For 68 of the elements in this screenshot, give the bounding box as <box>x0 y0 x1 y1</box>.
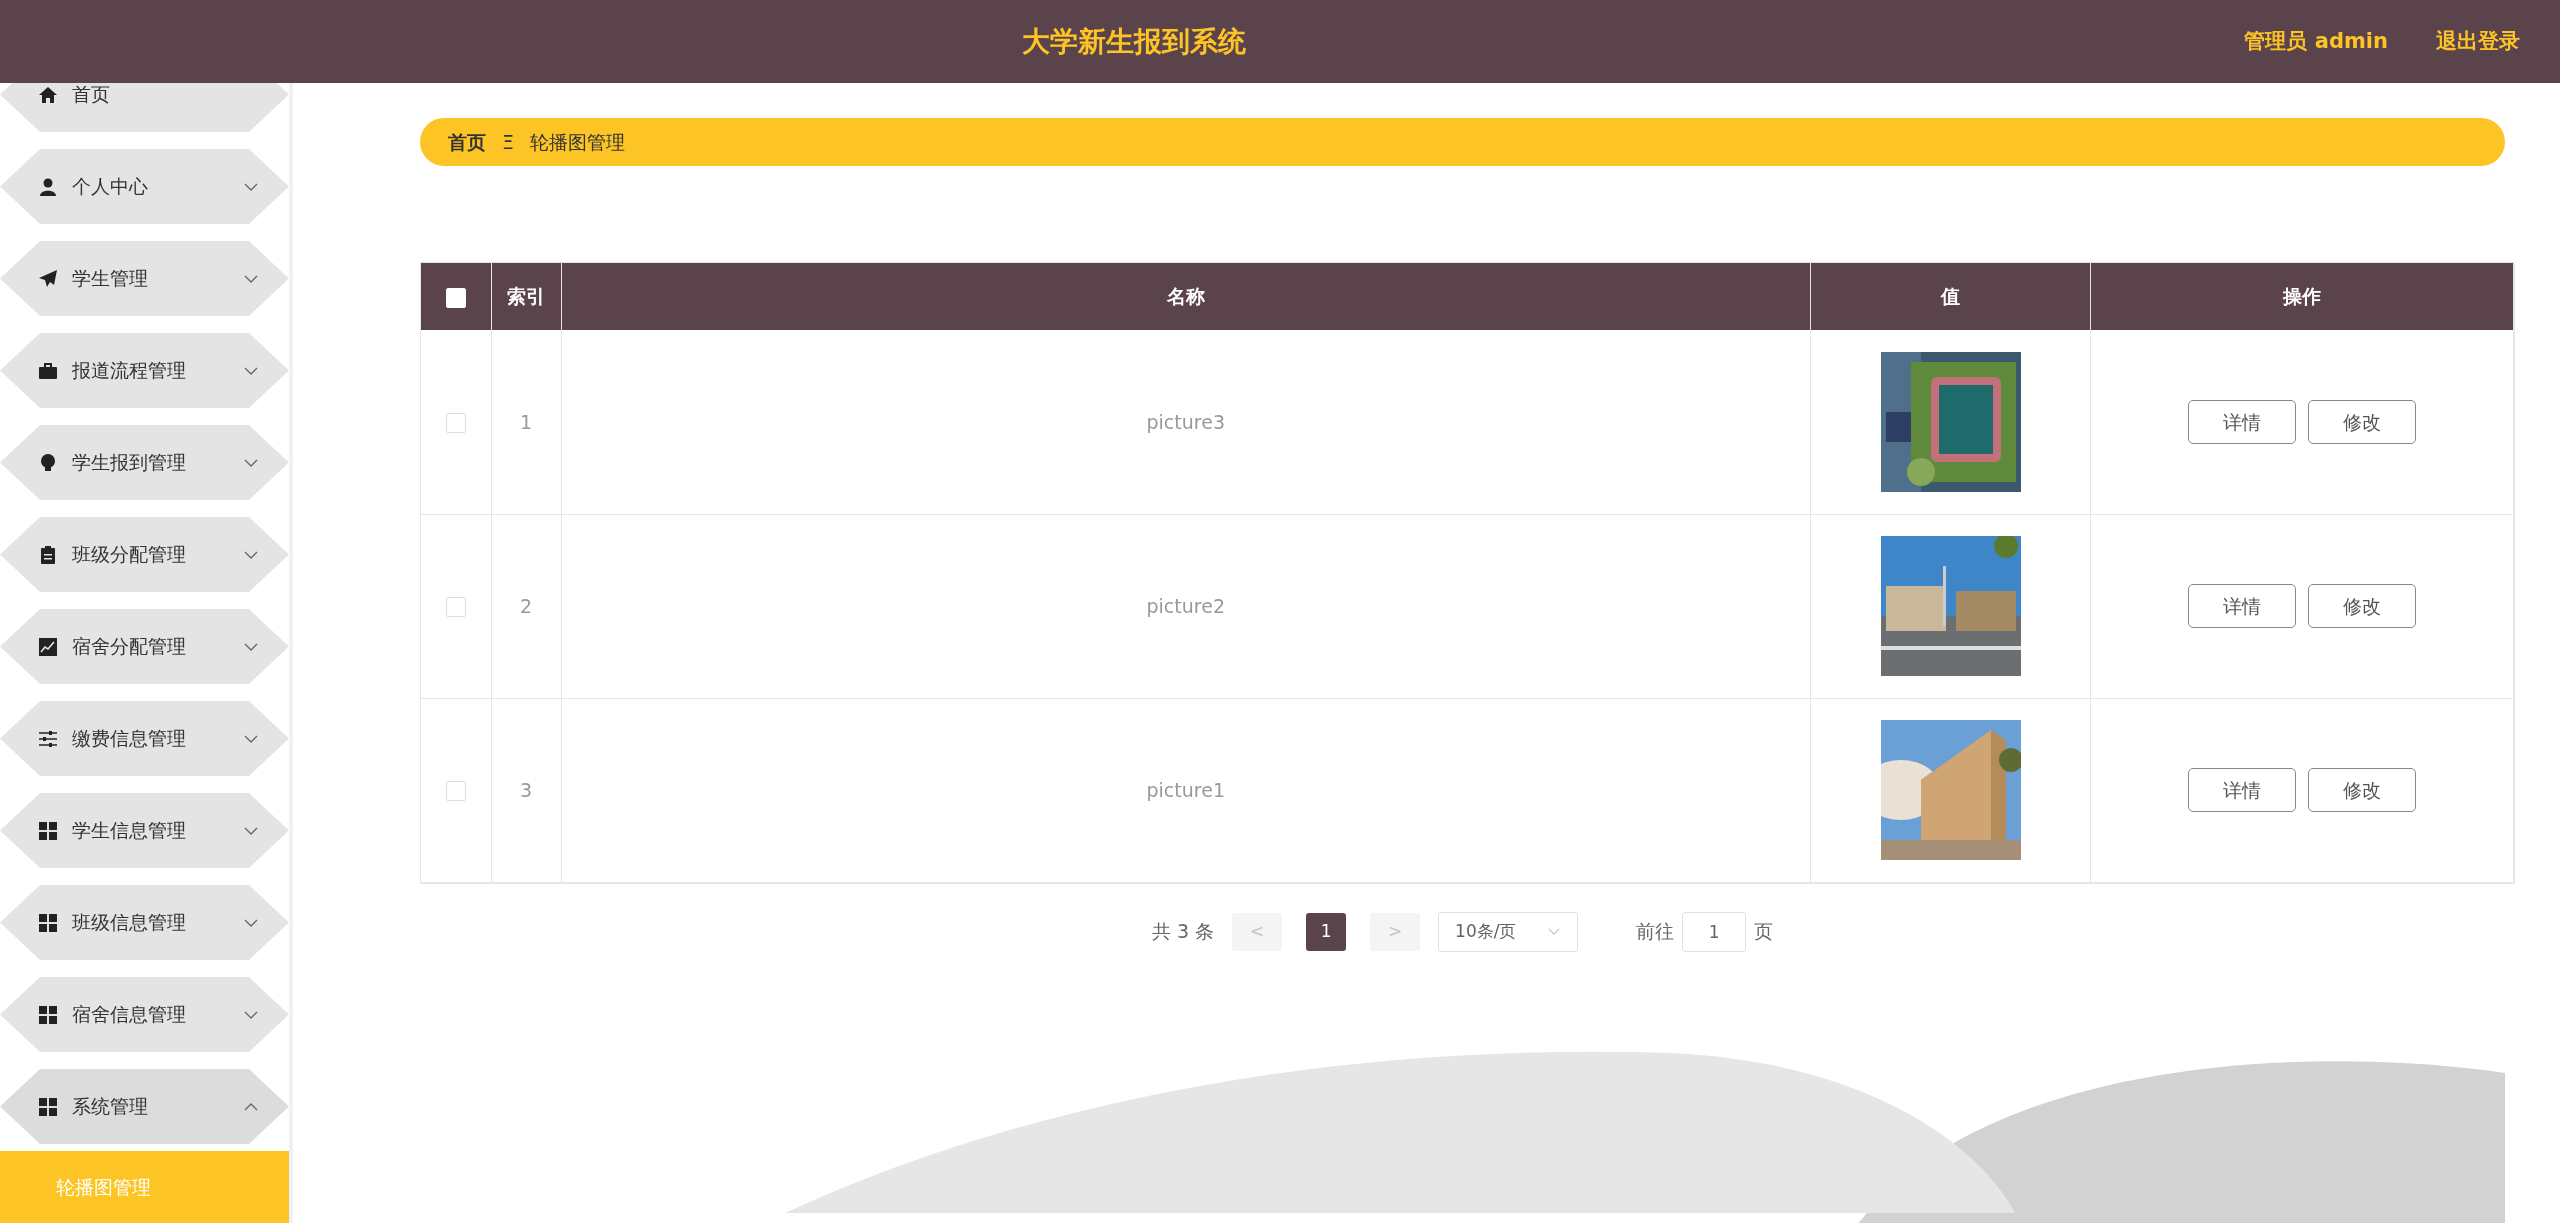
sidebar-item[interactable]: 学生报到管理 <box>0 425 289 500</box>
edit-button[interactable]: 修改 <box>2308 399 2416 444</box>
grid-icon <box>38 1004 58 1025</box>
row-checkbox[interactable] <box>445 781 466 802</box>
column-header: 操作 <box>2090 263 2514 330</box>
sidebar-item[interactable]: 首页 <box>0 83 289 132</box>
details-button[interactable]: 详情 <box>2188 768 2296 812</box>
edit-button[interactable]: 修改 <box>2308 584 2416 628</box>
sidebar-item[interactable]: 系统管理 <box>0 1069 289 1144</box>
logout-link[interactable]: 退出登录 <box>2436 25 2520 58</box>
row-checkbox[interactable] <box>445 597 466 618</box>
chevron-up-icon <box>243 1101 259 1112</box>
column-header: 索引 <box>491 263 561 330</box>
sidebar-item[interactable]: 学生信息管理 <box>0 793 289 868</box>
chevron-down-icon <box>243 917 259 928</box>
breadcrumb-link[interactable]: 首页 <box>448 127 486 157</box>
page-size-select[interactable]: 10条/页 <box>1438 911 1579 952</box>
row-checkbox[interactable] <box>445 413 466 433</box>
details-button[interactable]: 详情 <box>2188 584 2296 628</box>
lightbulb-icon <box>38 452 58 473</box>
chevron-down-icon <box>1547 927 1562 936</box>
chevron-down-icon <box>243 181 259 192</box>
table-cell: 3 <box>491 698 561 882</box>
column-header: 值 <box>1810 263 2091 330</box>
chevron-down-icon <box>243 1009 259 1020</box>
sliders-icon <box>38 728 58 749</box>
sidebar-item[interactable]: 个人中心 <box>0 149 289 224</box>
admin-link[interactable]: 管理员 admin <box>2244 25 2388 58</box>
breadcrumb-separator: Ξ <box>502 129 514 155</box>
sidebar-item[interactable]: 宿舍信息管理 <box>0 977 289 1052</box>
table-cell: picture3 <box>561 330 1811 514</box>
sidebar-item[interactable]: 缴费信息管理 <box>0 701 289 776</box>
table-cell: picture1 <box>561 698 1811 882</box>
page-button[interactable]: 1 <box>1306 912 1347 951</box>
goto-label: 前往 <box>1636 919 1675 945</box>
table-cell: picture2 <box>561 514 1811 698</box>
chart-icon <box>38 636 58 657</box>
total-count: 共 3 条 <box>1151 919 1215 945</box>
table-cell: 2 <box>491 514 561 698</box>
home-icon <box>38 84 58 105</box>
paper-plane-icon <box>38 268 58 289</box>
grid-icon <box>38 912 58 933</box>
chevron-down-icon <box>243 273 259 284</box>
chevron-down-icon <box>243 641 259 652</box>
page-unit-label: 页 <box>1754 919 1774 945</box>
app-title: 大学新生报到系统 <box>1022 23 1247 60</box>
user-icon <box>38 176 58 197</box>
chevron-down-icon <box>243 733 259 744</box>
details-button[interactable]: 详情 <box>2188 399 2296 444</box>
breadcrumb-current: 轮播图管理 <box>530 129 625 155</box>
clipboard-icon <box>38 544 58 565</box>
table-cell: 1 <box>491 330 561 514</box>
sidebar-item[interactable]: 学生管理 <box>0 241 289 316</box>
chevron-down-icon <box>243 365 259 376</box>
chevron-down-icon <box>243 549 259 560</box>
sidebar-item[interactable]: 宿舍分配管理 <box>0 609 289 684</box>
page-number-field[interactable]: 1 <box>1682 911 1747 952</box>
chevron-down-icon <box>243 825 259 836</box>
select-all-checkbox[interactable] <box>445 287 466 308</box>
chevron-down-icon <box>243 457 259 468</box>
sidebar-item[interactable]: 报道流程管理 <box>0 333 289 408</box>
edit-button[interactable]: 修改 <box>2308 768 2416 812</box>
briefcase-icon <box>38 360 58 381</box>
grid-icon <box>38 1096 58 1117</box>
sidebar-item[interactable]: 班级分配管理 <box>0 517 289 592</box>
grid-icon <box>38 820 58 841</box>
sidebar-item[interactable]: 班级信息管理 <box>0 885 289 960</box>
column-header: 名称 <box>561 263 1811 330</box>
